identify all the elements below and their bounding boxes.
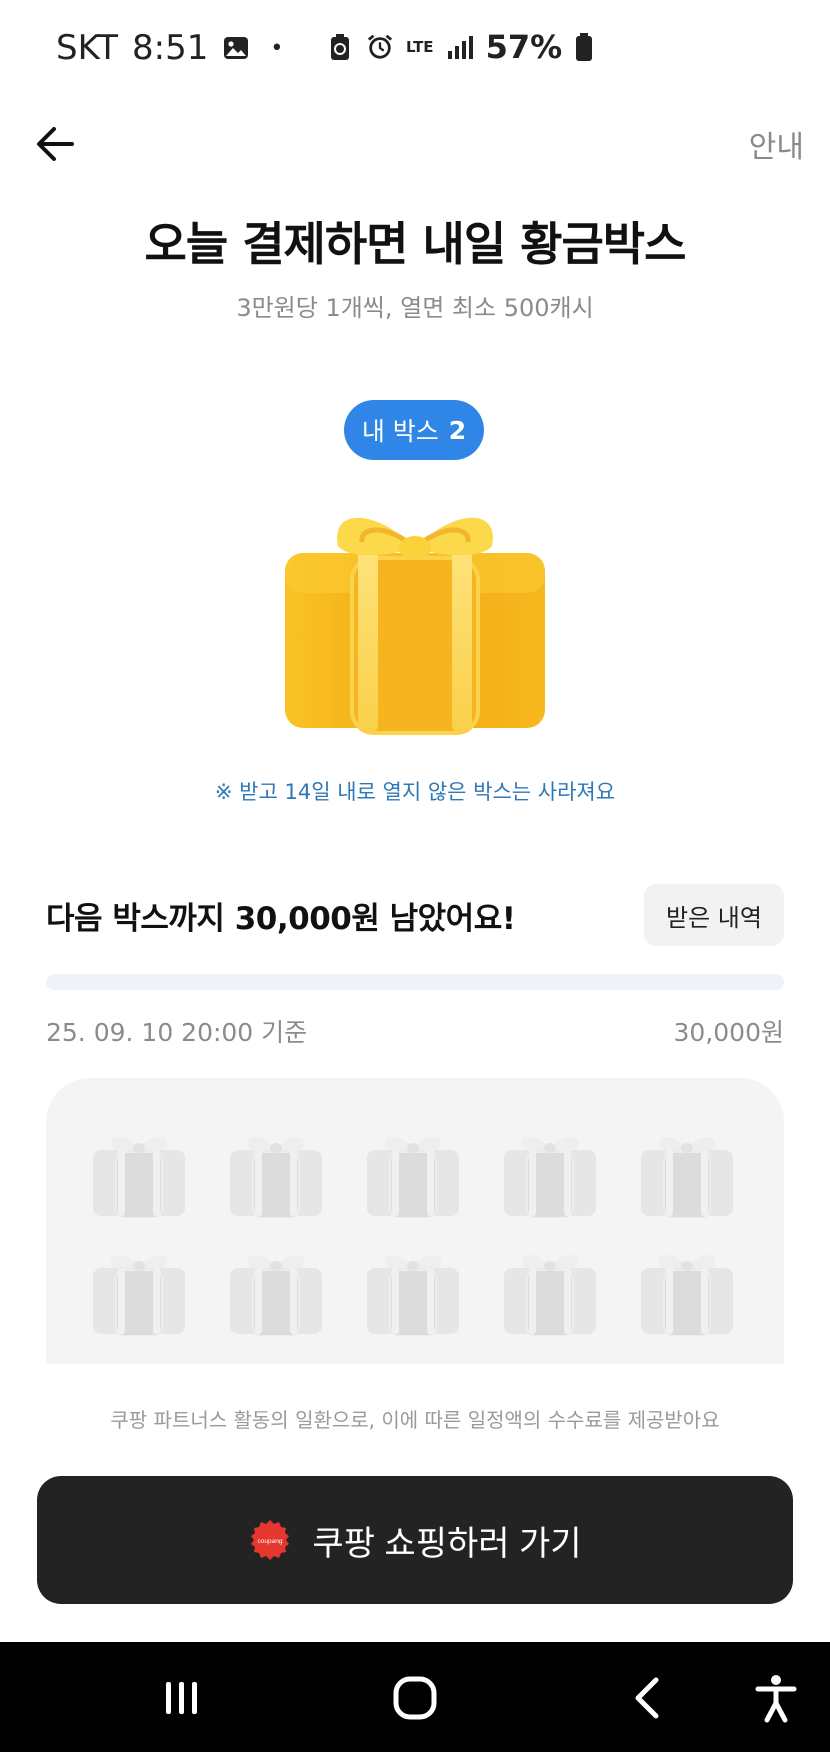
battery-saver-icon — [331, 34, 349, 60]
status-right: LTE 57% — [326, 28, 594, 66]
empty-gift-box-icon — [367, 1137, 459, 1218]
clock: 8:51 — [132, 28, 209, 68]
alarm-icon — [367, 34, 393, 59]
empty-gift-box-icon — [93, 1255, 185, 1336]
status-left: SKT 8:51 • — [56, 28, 283, 68]
gallery-icon — [224, 37, 249, 59]
lte-indicator: LTE — [406, 37, 434, 56]
received-history-button[interactable]: 받은 내역 — [644, 884, 784, 946]
shop-button-label: 쿠팡 쇼핑하러 가기 — [312, 1524, 582, 1563]
empty-gift-box-icon — [367, 1255, 459, 1336]
partner-disclaimer: 쿠팡 파트너스 활동의 일환으로, 이에 따른 일정액의 수수료를 제공받아요 — [110, 1408, 720, 1432]
empty-gift-box-icon — [641, 1255, 733, 1336]
empty-gift-box-icon — [93, 1137, 185, 1218]
notification-dot: • — [270, 35, 284, 61]
baseline-date: 25. 09. 10 20:00 기준 — [46, 1018, 308, 1047]
battery-icon — [576, 33, 593, 61]
guide-link[interactable]: 안내 — [749, 122, 804, 166]
coupang-shopping-button[interactable]: coupang 쿠팡 쇼핑하러 가기 — [37, 1476, 793, 1604]
empty-gift-box-icon — [504, 1255, 596, 1336]
my-box-label: 내 박스 — [361, 417, 439, 446]
expiry-notice: ※ 받고 14일 내로 열지 않은 박스는 사라져요 — [214, 780, 616, 804]
coupang-logo-text: coupang — [258, 1538, 283, 1545]
page-subtitle: 3만원당 1개씩, 열면 최소 500캐시 — [236, 294, 594, 322]
battery-percent: 57% — [485, 28, 563, 66]
progress-bar — [46, 974, 784, 990]
status-bar: SKT 8:51 • LTE 57% — [0, 0, 830, 96]
accessibility-icon[interactable] — [748, 1670, 804, 1726]
signal-icon — [447, 36, 473, 59]
empty-gift-box-icon — [641, 1137, 733, 1218]
recents-icon[interactable] — [154, 1670, 210, 1726]
carrier-label: SKT — [56, 28, 119, 68]
system-nav-bar — [0, 1642, 830, 1752]
home-icon[interactable] — [387, 1670, 443, 1726]
empty-gift-box-icon — [230, 1137, 322, 1218]
empty-gift-box-icon — [504, 1137, 596, 1218]
back-arrow-icon[interactable] — [30, 118, 82, 170]
goal-amount: 30,000원 — [673, 1018, 784, 1047]
box-collection-grid — [46, 1078, 784, 1364]
back-nav-icon[interactable] — [620, 1670, 676, 1726]
page-title: 오늘 결제하면 내일 황금박스 — [144, 217, 687, 271]
my-box-count: 2 — [448, 415, 467, 445]
gift-box-icon[interactable] — [280, 498, 550, 738]
my-box-badge[interactable]: 내 박스 2 — [344, 400, 484, 460]
empty-gift-box-icon — [230, 1255, 322, 1336]
next-box-message: 다음 박스까지 30,000원 남았어요! — [46, 901, 516, 937]
coupang-logo-icon: coupang — [251, 1520, 290, 1560]
